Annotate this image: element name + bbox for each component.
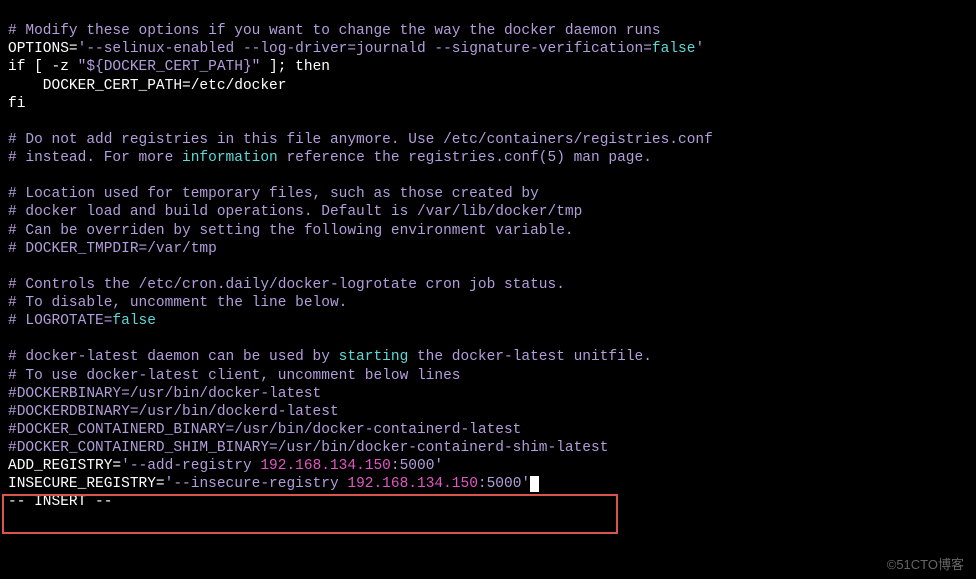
terminal-editor[interactable]: # Modify these options if you want to ch…	[8, 4, 968, 512]
condition: [ -z	[25, 59, 77, 75]
string-value: '--insecure-registry	[165, 476, 348, 492]
comment-line: the docker-latest unitfile.	[408, 349, 652, 365]
comment-line: # Controls the /etc/cron.daily/docker-lo…	[8, 277, 565, 293]
then-keyword: ]; then	[260, 59, 330, 75]
comment-line: # Can be overriden by setting the follow…	[8, 223, 574, 239]
highlight-word: information	[182, 150, 278, 166]
string-close: '	[695, 41, 704, 57]
port: :5000'	[391, 458, 443, 474]
if-body: DOCKER_CERT_PATH=/etc/docker	[8, 78, 286, 94]
ip-address: 192.168.134.150	[260, 458, 391, 474]
cursor	[530, 476, 539, 492]
string-value: '--add-registry	[121, 458, 260, 474]
comment-line: # Modify these options if you want to ch…	[8, 23, 661, 39]
comment-line: # Do not add registries in this file any…	[8, 132, 713, 148]
comment-line: #DOCKERDBINARY=/usr/bin/dockerd-latest	[8, 404, 339, 420]
var-assignment: INSECURE_REGISTRY=	[8, 476, 165, 492]
var-assignment: OPTIONS=	[8, 41, 78, 57]
var-ref: "${DOCKER_CERT_PATH}"	[78, 59, 261, 75]
ip-address: 192.168.134.150	[347, 476, 478, 492]
vim-mode: -- INSERT --	[8, 494, 112, 510]
comment-line: # LOGROTATE=	[8, 313, 112, 329]
if-keyword: if	[8, 59, 25, 75]
bool-false: false	[112, 313, 156, 329]
comment-line: # DOCKER_TMPDIR=/var/tmp	[8, 241, 217, 257]
comment-line: # To use docker-latest client, uncomment…	[8, 368, 460, 384]
var-assignment: ADD_REGISTRY=	[8, 458, 121, 474]
comment-line: #DOCKERBINARY=/usr/bin/docker-latest	[8, 386, 321, 402]
comment-line: # Location used for temporary files, suc…	[8, 186, 539, 202]
port: :5000'	[478, 476, 530, 492]
string-value: '--selinux-enabled --log-driver=journald…	[78, 41, 652, 57]
comment-line: # instead. For more	[8, 150, 182, 166]
comment-line: reference the registries.conf(5) man pag…	[278, 150, 652, 166]
comment-line: # docker load and build operations. Defa…	[8, 204, 582, 220]
comment-line: #DOCKER_CONTAINERD_BINARY=/usr/bin/docke…	[8, 422, 521, 438]
fi-keyword: fi	[8, 96, 25, 112]
comment-line: # docker-latest daemon can be used by	[8, 349, 339, 365]
comment-line: # To disable, uncomment the line below.	[8, 295, 347, 311]
comment-line: #DOCKER_CONTAINERD_SHIM_BINARY=/usr/bin/…	[8, 440, 608, 456]
bool-false: false	[652, 41, 696, 57]
watermark: ©51CTO博客	[887, 557, 964, 573]
highlight-word: starting	[339, 349, 409, 365]
